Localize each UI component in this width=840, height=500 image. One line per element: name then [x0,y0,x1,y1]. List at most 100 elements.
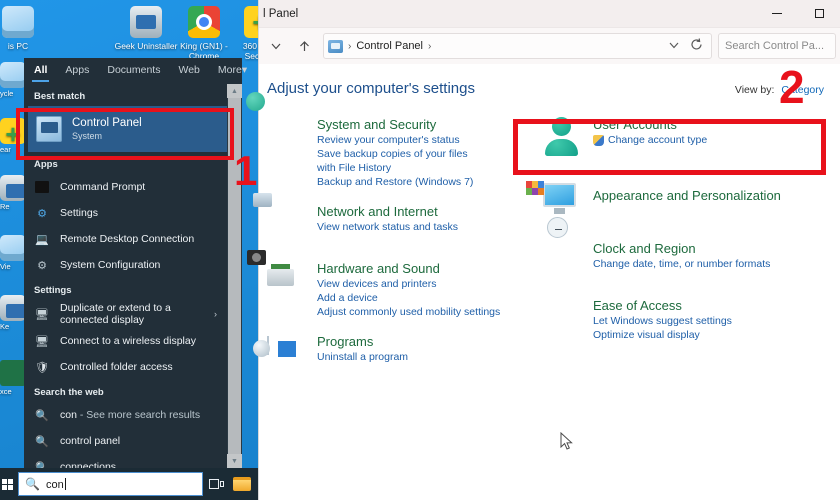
minimize-icon [772,13,782,14]
chrome-icon [188,6,220,38]
desktop-icon-this-pc[interactable]: is PC [0,6,50,51]
excel-icon [0,360,26,386]
category-column-right: User Accounts Change account type Appear… [525,115,825,389]
file-explorer-button[interactable] [229,468,255,500]
breadcrumb-separator: › [428,40,432,52]
tab-apps[interactable]: Apps [63,60,91,82]
keeper-icon [0,295,26,321]
category-link[interactable]: View devices and printers [317,277,500,291]
desktop-icon-geek-uninstaller[interactable]: Geek Uninstaller [114,6,178,51]
category-programs[interactable]: Programs Uninstall a program [267,332,525,376]
setting-label: Controlled folder access [60,361,173,373]
section-search-the-web: Search the web [34,387,104,398]
category-link[interactable]: Change date, time, or number formats [593,257,770,271]
web-result-con[interactable]: 🔍 con - See more search results › [24,402,242,428]
category-link[interactable]: View network status and tasks [317,220,458,234]
category-link-change-account-type[interactable]: Change account type [593,133,707,147]
minimize-button[interactable] [756,0,798,28]
category-link-label: Change account type [608,134,708,146]
tab-more[interactable]: More▾ [216,60,249,82]
start-menu-scrollbar[interactable]: ▲ ▼ [227,84,242,468]
start-button[interactable] [0,468,14,500]
back-button[interactable] [263,33,289,59]
task-view-button[interactable] [203,468,229,500]
uac-shield-icon [593,134,604,146]
system-configuration-icon: ⚙ [37,259,47,272]
app-command-prompt[interactable]: Command Prompt › [24,174,242,200]
command-prompt-icon [34,179,50,195]
app-remote-desktop-connection[interactable]: 💻 Remote Desktop Connection › [24,226,242,252]
tab-web[interactable]: Web [176,60,201,82]
breadcrumb-control-panel[interactable]: Control Panel [356,40,423,52]
setting-duplicate-extend-display[interactable]: 🖥 Duplicate or extend to a connected dis… [24,300,242,328]
taskbar-search-input[interactable]: 🔍 con [18,472,203,496]
web-result-label: control panel [60,435,121,447]
app-label: Command Prompt [60,181,146,193]
category-title[interactable]: System and Security [317,116,487,133]
setting-label: Duplicate or extend to a connected displ… [60,302,171,326]
chevron-right-icon: › [214,309,217,319]
category-link[interactable]: Adjust commonly used mobility settings [317,305,500,319]
address-dropdown-button[interactable] [668,39,680,54]
desktop-icon-chrome[interactable]: King (GN1) - Chrome [172,6,236,61]
window-titlebar: l Panel [259,0,840,28]
tab-all[interactable]: All [32,60,50,82]
app-label: System Configuration [60,259,161,271]
category-title[interactable]: Programs [317,333,408,350]
setting-connect-wireless-display[interactable]: 🖥 Connect to a wireless display › [24,328,242,354]
setting-controlled-folder-access[interactable]: 🛡 Controlled folder access › [24,354,242,380]
search-icon: 🔍 [35,409,49,422]
tab-documents[interactable]: Documents [105,60,162,82]
breadcrumb-separator: › [348,40,352,52]
security-shield-icon [267,115,311,159]
category-title[interactable]: Clock and Region [593,240,770,257]
scroll-up-arrow-icon[interactable]: ▲ [227,84,242,98]
app-label: Settings [60,207,98,219]
category-ease-of-access[interactable]: Ease of Access Let Windows suggest setti… [543,296,825,342]
app-settings[interactable]: ⚙ Settings › [24,200,242,226]
category-link[interactable]: Review your computer's status [317,133,487,147]
annotation-step-1: 1 [234,147,258,194]
up-button[interactable] [291,33,317,59]
category-column-left: System and Security Review your computer… [247,115,525,389]
scroll-down-arrow-icon[interactable]: ▼ [227,454,242,468]
taskbar-search-value: con [45,478,64,491]
annotation-step-2: 2 [779,61,805,113]
category-title[interactable]: Ease of Access [593,297,732,314]
category-user-accounts[interactable]: User Accounts Change account type [543,115,825,159]
maximize-button[interactable] [798,0,840,28]
ccleaner-icon [0,118,26,144]
arrow-up-icon [299,40,309,51]
best-match-title: Control Panel [72,117,142,129]
category-network-and-internet[interactable]: Network and Internet View network status… [267,202,525,246]
start-menu-tabs: All Apps Documents Web More▾ [24,58,247,84]
web-result-control-panel[interactable]: 🔍 control panel › [24,428,242,454]
best-match-control-panel[interactable]: Control Panel System [28,106,238,152]
tab-more-label: More [217,64,242,76]
remote-desktop-icon: 💻 [35,233,49,246]
category-clock-and-region[interactable]: Clock and Region Change date, time, or n… [543,229,825,283]
category-link[interactable]: Let Windows suggest settings [593,314,732,328]
app-label: Remote Desktop Connection [60,233,195,245]
chevron-down-icon [271,43,281,50]
category-appearance-and-personalization[interactable]: Appearance and Personalization [526,179,825,223]
category-system-and-security[interactable]: System and Security Review your computer… [267,115,525,189]
recycle-bin-icon [0,62,26,88]
category-link[interactable]: Uninstall a program [317,350,408,364]
search-input[interactable]: Search Control Pa... [718,33,836,59]
category-title[interactable]: Appearance and Personalization [593,187,781,204]
web-query: con [60,409,77,421]
category-title[interactable]: Hardware and Sound [317,260,500,277]
refresh-button[interactable] [690,38,703,54]
screen: is PC Geek Uninstaller King (GN1) - Chro… [0,0,840,500]
address-bar[interactable]: › Control Panel › [323,33,712,59]
maximize-icon [814,9,824,18]
category-link[interactable]: Add a device [317,291,500,305]
category-link[interactable]: Save backup copies of your files with Fi… [317,147,487,175]
app-system-configuration[interactable]: ⚙ System Configuration › [24,252,242,278]
category-link[interactable]: Backup and Restore (Windows 7) [317,175,487,189]
category-hardware-and-sound[interactable]: Hardware and Sound View devices and prin… [247,250,525,319]
category-link[interactable]: Optimize visual display [593,328,732,342]
category-title[interactable]: Network and Internet [317,203,458,220]
category-title[interactable]: User Accounts [593,116,707,133]
